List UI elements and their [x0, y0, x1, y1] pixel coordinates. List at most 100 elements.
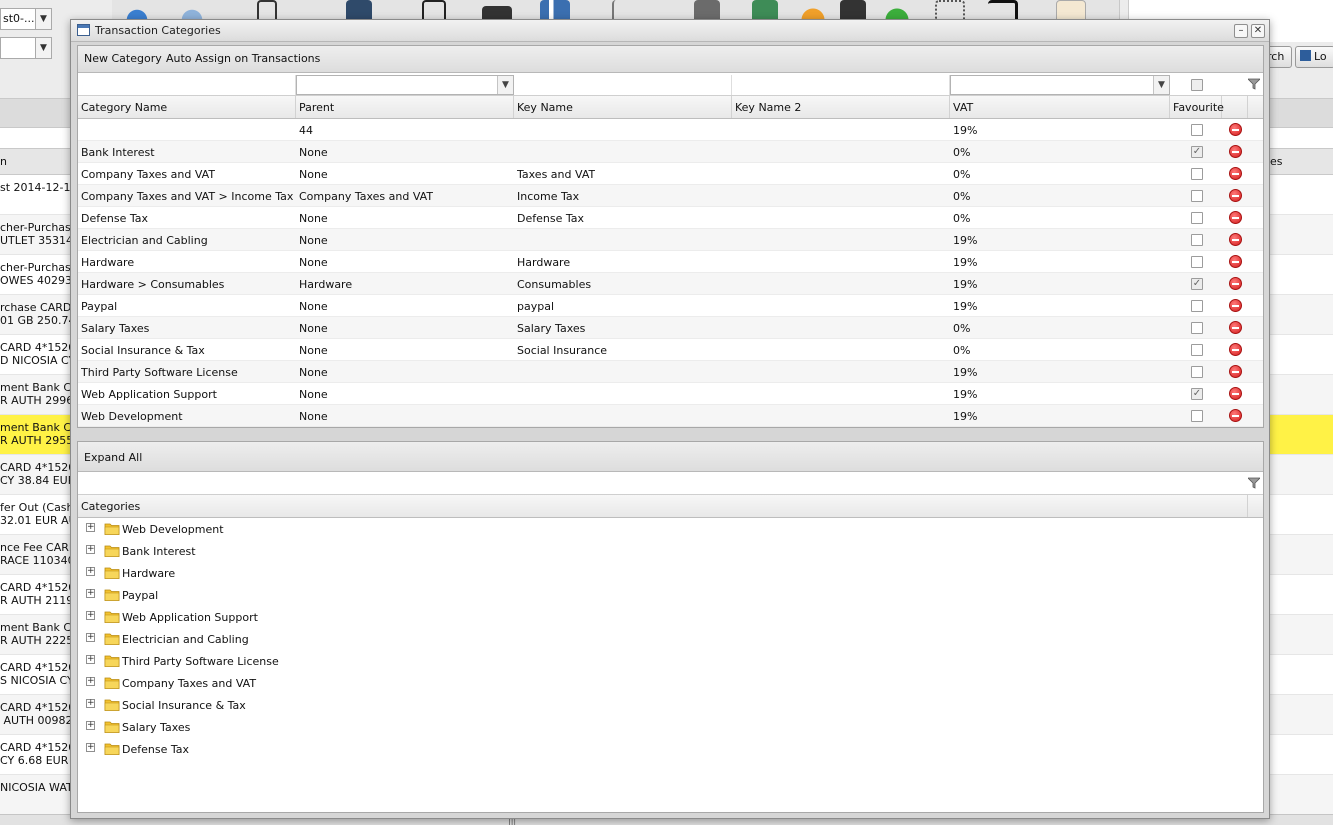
cell-vat[interactable]: 0%	[953, 146, 970, 159]
delete-icon[interactable]	[1229, 343, 1242, 356]
dialog-titlebar[interactable]: Transaction Categories – ✕	[71, 20, 1269, 42]
table-row[interactable]: Defense Tax None Defense Tax 0%	[78, 207, 1263, 229]
chevron-down-icon[interactable]: ▼	[1153, 76, 1169, 94]
cell-parent[interactable]: Company Taxes and VAT	[299, 190, 433, 203]
cell-parent[interactable]: None	[299, 322, 328, 335]
tree-item[interactable]: + Company Taxes and VAT	[84, 672, 484, 694]
calculator-icon[interactable]	[752, 0, 778, 20]
cell-key-name[interactable]: Salary Taxes	[517, 322, 585, 335]
cell-vat[interactable]: 0%	[953, 190, 970, 203]
cell-category-name[interactable]: Electrician and Cabling	[81, 234, 208, 247]
column-vat[interactable]: VAT	[950, 96, 1170, 118]
period-combo[interactable]: ▼	[0, 37, 52, 59]
favourite-checkbox[interactable]: ✓	[1191, 146, 1203, 158]
tree-filter-row[interactable]	[78, 473, 1263, 495]
tree-item[interactable]: + Paypal	[84, 584, 484, 606]
monitor-icon[interactable]	[694, 0, 720, 20]
delete-icon[interactable]	[1229, 409, 1242, 422]
cell-category-name[interactable]: Salary Taxes	[81, 322, 149, 335]
tree-item[interactable]: + Web Development	[84, 518, 484, 540]
tree-item[interactable]: + Bank Interest	[84, 540, 484, 562]
account-combo[interactable]: st0-... ▼	[0, 8, 52, 30]
cell-category-name[interactable]: Social Insurance & Tax	[81, 344, 205, 357]
tree-item[interactable]: + Salary Taxes	[84, 716, 484, 738]
delete-icon[interactable]	[1229, 145, 1242, 158]
tree-item[interactable]: + Hardware	[84, 562, 484, 584]
filter-category-name[interactable]	[78, 75, 296, 95]
cell-category-name[interactable]: Web Development	[81, 410, 183, 423]
cell-parent[interactable]: None	[299, 234, 328, 247]
filter-favourite-checkbox[interactable]	[1191, 79, 1203, 91]
expand-icon[interactable]: +	[86, 611, 95, 620]
cell-vat[interactable]: 19%	[953, 234, 977, 247]
expand-icon[interactable]: +	[86, 633, 95, 642]
load-button[interactable]: Lo	[1295, 46, 1333, 68]
cell-vat[interactable]: 0%	[953, 168, 970, 181]
cell-category-name[interactable]: Hardware	[81, 256, 134, 269]
chart-icon[interactable]	[540, 0, 570, 20]
cell-parent[interactable]: None	[299, 212, 328, 225]
cell-key-name[interactable]: Taxes and VAT	[517, 168, 595, 181]
tree-item[interactable]: + Social Insurance & Tax	[84, 694, 484, 716]
expand-icon[interactable]: +	[86, 743, 95, 752]
table-row[interactable]: Company Taxes and VAT > Income Tax Compan…	[78, 185, 1263, 207]
refresh-icon[interactable]	[122, 0, 152, 20]
grid-view-icon[interactable]	[422, 0, 446, 20]
cell-category-name[interactable]: Company Taxes and VAT	[81, 168, 215, 181]
cell-parent[interactable]: None	[299, 146, 328, 159]
cell-vat[interactable]: 19%	[953, 124, 977, 137]
table-row[interactable]: Electrician and Cabling None 19%	[78, 229, 1263, 251]
favourite-checkbox[interactable]	[1191, 190, 1203, 202]
table-row[interactable]: Bank Interest None 0% ✓	[78, 141, 1263, 163]
cell-category-name[interactable]: Web Application Support	[81, 388, 217, 401]
delete-icon[interactable]	[1229, 321, 1242, 334]
expand-icon[interactable]: +	[86, 545, 95, 554]
cell-key-name[interactable]: Consumables	[517, 278, 591, 291]
sync-icon[interactable]	[177, 0, 207, 20]
cell-parent[interactable]: None	[299, 256, 328, 269]
tree-item[interactable]: + Web Application Support	[84, 606, 484, 628]
delete-icon[interactable]	[1229, 277, 1242, 290]
delete-icon[interactable]	[1229, 167, 1242, 180]
cell-category-name[interactable]: Third Party Software License	[81, 366, 238, 379]
favourite-checkbox[interactable]: ✓	[1191, 388, 1203, 400]
favourite-checkbox[interactable]	[1191, 344, 1203, 356]
cell-key-name[interactable]: Income Tax	[517, 190, 579, 203]
expand-icon[interactable]: +	[86, 677, 95, 686]
delete-icon[interactable]	[1229, 233, 1242, 246]
cell-parent[interactable]: Hardware	[299, 278, 352, 291]
table-row[interactable]: Paypal None paypal 19%	[78, 295, 1263, 317]
cell-parent[interactable]: None	[299, 366, 328, 379]
chevron-down-icon[interactable]: ▼	[35, 38, 51, 58]
cell-vat[interactable]: 0%	[953, 344, 970, 357]
cell-parent[interactable]: None	[299, 300, 328, 313]
filter-key-name[interactable]	[514, 75, 732, 95]
cell-category-name[interactable]: Defense Tax	[81, 212, 148, 225]
cell-parent[interactable]: None	[299, 388, 328, 401]
column-parent[interactable]: Parent	[296, 96, 514, 118]
favourite-checkbox[interactable]	[1191, 322, 1203, 334]
filter-icon[interactable]	[1248, 78, 1260, 90]
delete-icon[interactable]	[1229, 123, 1242, 136]
cell-vat[interactable]: 0%	[953, 322, 970, 335]
column-key-name-2[interactable]: Key Name 2	[732, 96, 950, 118]
cell-category-name[interactable]: Paypal	[81, 300, 117, 313]
cell-vat[interactable]: 19%	[953, 366, 977, 379]
table-row[interactable]: Hardware None Hardware 19%	[78, 251, 1263, 273]
export-icon[interactable]	[988, 0, 1018, 20]
tree-item[interactable]: + Defense Tax	[84, 738, 484, 760]
delete-icon[interactable]	[1229, 299, 1242, 312]
favourite-checkbox[interactable]	[1191, 410, 1203, 422]
cell-parent[interactable]: 44	[299, 124, 313, 137]
column-key-name[interactable]: Key Name	[514, 96, 732, 118]
cell-parent[interactable]: None	[299, 168, 328, 181]
minimize-button[interactable]: –	[1234, 24, 1248, 38]
cell-vat[interactable]: 19%	[953, 278, 977, 291]
expand-icon[interactable]: +	[86, 523, 95, 532]
cell-key-name[interactable]: Hardware	[517, 256, 570, 269]
cell-parent[interactable]: None	[299, 410, 328, 423]
cell-category-name[interactable]: Company Taxes and VAT > Income Tax	[81, 190, 293, 203]
new-category-button[interactable]: New Category	[84, 52, 162, 65]
package-icon[interactable]	[1056, 0, 1086, 20]
cell-key-name[interactable]: Defense Tax	[517, 212, 584, 225]
